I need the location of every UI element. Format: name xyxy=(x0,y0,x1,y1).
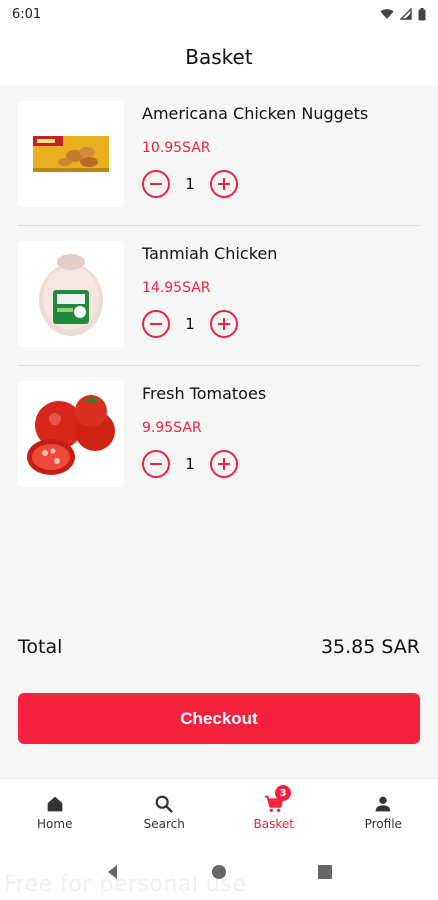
quantity-value: 1 xyxy=(185,175,195,193)
nuggets-box-image[interactable] xyxy=(18,101,124,207)
status-icons xyxy=(380,7,426,21)
basket-item: Americana Chicken Nuggets 10.95SAR 1 xyxy=(18,86,420,226)
item-price: 14.95SAR xyxy=(142,280,211,296)
system-nav-bar xyxy=(0,844,438,900)
page-title: Basket xyxy=(185,45,253,69)
basket-count-badge: 3 xyxy=(275,785,291,801)
recents-icon[interactable] xyxy=(317,864,333,880)
basket-item: Fresh Tomatoes 9.95SAR 1 xyxy=(18,366,420,506)
nav-item-home[interactable]: Home xyxy=(0,779,110,844)
bottom-nav: Home Search Basket 3 Profile xyxy=(0,778,438,844)
nav-label: Search xyxy=(143,816,185,831)
search-icon xyxy=(155,795,173,813)
quantity-stepper: 1 xyxy=(142,170,238,198)
basket-list: Americana Chicken Nuggets 10.95SAR 1 Tan… xyxy=(0,86,438,506)
total-value: 35.85 SAR xyxy=(320,636,420,658)
nav-label: Home xyxy=(37,816,73,831)
status-time: 6:01 xyxy=(12,6,42,22)
decrease-quantity-button[interactable] xyxy=(142,310,170,338)
back-icon[interactable] xyxy=(105,864,121,880)
nav-item-profile[interactable]: Profile xyxy=(329,779,438,844)
tomatoes-image[interactable] xyxy=(18,381,124,487)
increase-quantity-button[interactable] xyxy=(210,170,238,198)
status-bar: 6:01 xyxy=(0,0,438,28)
nav-item-search[interactable]: Search xyxy=(110,779,220,844)
home-icon xyxy=(47,796,63,811)
nav-item-basket[interactable]: Basket 3 xyxy=(219,779,329,844)
decrease-quantity-button[interactable] xyxy=(142,170,170,198)
wifi-icon xyxy=(380,9,394,19)
item-name: Fresh Tomatoes xyxy=(142,384,267,403)
quantity-value: 1 xyxy=(185,455,195,473)
nav-label: Profile xyxy=(364,816,402,831)
app-bar: Basket xyxy=(0,28,438,86)
person-icon xyxy=(375,796,391,811)
increase-quantity-button[interactable] xyxy=(210,310,238,338)
quantity-value: 1 xyxy=(185,315,195,333)
item-name: Americana Chicken Nuggets xyxy=(142,104,369,123)
total-label: Total xyxy=(18,636,63,658)
total-row: Total 35.85 SAR xyxy=(18,636,420,658)
quantity-stepper: 1 xyxy=(142,310,238,338)
nav-label: Basket xyxy=(253,816,294,831)
whole-chicken-image[interactable] xyxy=(18,241,124,347)
signal-icon xyxy=(400,8,412,20)
decrease-quantity-button[interactable] xyxy=(142,450,170,478)
checkout-button[interactable]: Checkout xyxy=(18,693,420,744)
basket-item: Tanmiah Chicken 14.95SAR 1 xyxy=(18,226,420,366)
battery-icon xyxy=(418,7,426,20)
item-name: Tanmiah Chicken xyxy=(142,244,278,263)
quantity-stepper: 1 xyxy=(142,450,238,478)
item-price: 9.95SAR xyxy=(142,420,202,436)
home-circle-icon[interactable] xyxy=(211,864,227,880)
increase-quantity-button[interactable] xyxy=(210,450,238,478)
item-price: 10.95SAR xyxy=(142,140,211,156)
